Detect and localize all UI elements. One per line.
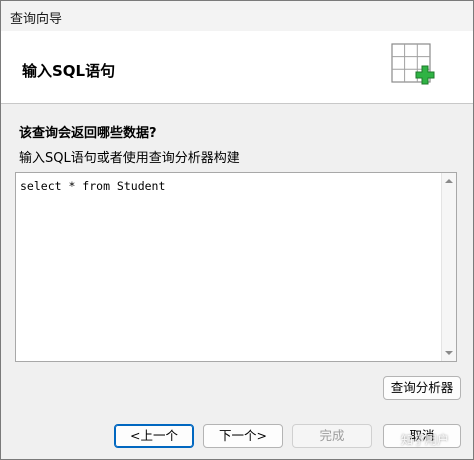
question-label: 该查询会返回哪些数据?: [19, 126, 157, 141]
finish-button[interactable]: 完成: [292, 424, 372, 448]
window-title: 查询向导: [10, 12, 63, 27]
query-wizard-window: 查询向导 输入SQL语句 该查询会返回哪些数据? 输入SQL语句或者使用查询分析…: [0, 0, 474, 460]
watermark: 知乎用户: [401, 433, 450, 447]
sql-input[interactable]: select * from Student: [15, 172, 457, 362]
next-button[interactable]: 下一个>: [203, 424, 283, 448]
query-analyzer-button[interactable]: 查询分析器: [383, 376, 461, 400]
table-add-icon: [391, 43, 435, 85]
sql-text: select * from Student: [20, 179, 166, 193]
previous-button[interactable]: <上一个: [114, 424, 194, 448]
scroll-down-icon[interactable]: [445, 351, 453, 355]
vertical-scrollbar[interactable]: [441, 173, 456, 361]
wizard-header: 输入SQL语句: [1, 31, 473, 104]
step-title: 输入SQL语句: [22, 62, 116, 80]
scroll-up-icon[interactable]: [445, 179, 453, 183]
title-bar[interactable]: 查询向导: [1, 1, 473, 31]
hint-label: 输入SQL语句或者使用查询分析器构建: [19, 151, 240, 166]
